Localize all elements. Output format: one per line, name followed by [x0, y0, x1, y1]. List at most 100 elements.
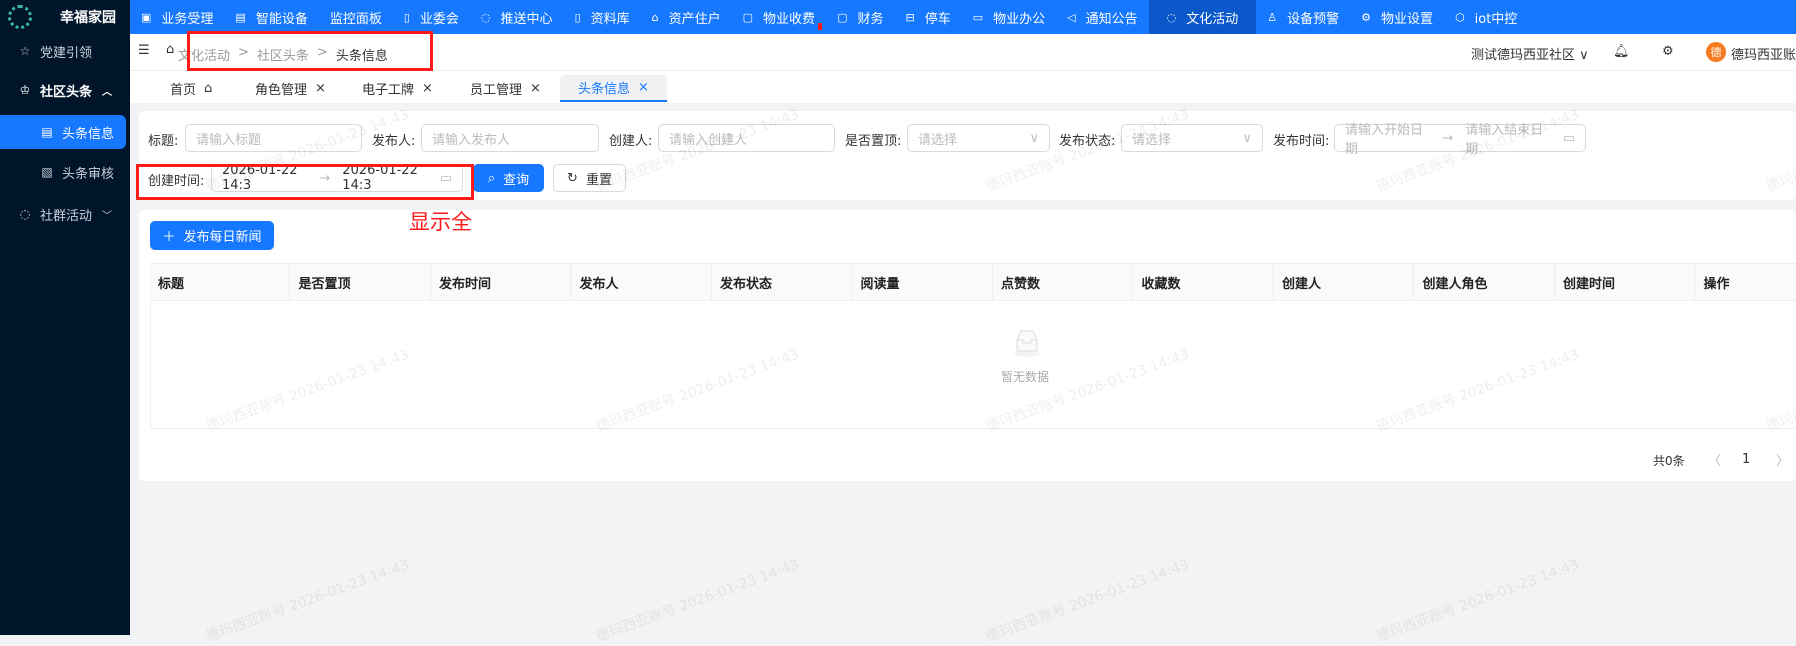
nav-item[interactable]: ⚙物业设置 [1350, 0, 1444, 34]
sidebar: 幸福家园 ☆党建引领 ♔社区头条︿ ▤头条信息 ▧头条审核 ◌社群活动﹀ [0, 0, 130, 635]
monitor-icon: ▭ [973, 11, 983, 24]
tab-label: 电子工牌 [362, 79, 414, 98]
empty-inbox-icon [1012, 328, 1042, 358]
creator-input[interactable]: 请输入创建人 [658, 124, 835, 152]
sidebar-item-party[interactable]: ☆党建引领 [0, 34, 126, 68]
close-icon[interactable]: × [530, 81, 541, 96]
sidebar-item-headlines[interactable]: ♔社区头条︿ [0, 73, 126, 107]
close-icon[interactable]: × [422, 81, 433, 96]
community-select[interactable]: 测试德玛西亚社区 ∨ [1471, 44, 1589, 63]
tab-home[interactable]: 首页⌂ [152, 75, 230, 102]
chevron-down-icon: ∨ [1029, 131, 1039, 146]
nav-item[interactable]: ▯业委会 [393, 0, 470, 34]
nav-item[interactable]: ◌推送中心 [470, 0, 564, 34]
crown-icon: ♔ [18, 83, 32, 97]
add-news-button[interactable]: ＋发布每日新闻 [150, 221, 274, 250]
reset-label: 重置 [586, 169, 612, 188]
nav-label: iot中控 [1475, 8, 1518, 27]
nav-label: 物业收费 [763, 8, 815, 27]
close-icon[interactable]: × [638, 80, 649, 95]
publish-time-range[interactable]: 请输入开始日期→请输入结束日期▭ [1334, 124, 1586, 152]
table-panel: ＋发布每日新闻 标题是否置顶发布时间发布人发布状态阅读量点赞数收藏数创建人创建人… [139, 210, 1796, 481]
nav-item[interactable]: ⊟停车 [894, 0, 961, 34]
column-header: 点赞数 [993, 264, 1133, 301]
nav-label: 资料库 [591, 8, 630, 27]
avatar[interactable]: 德 [1706, 42, 1726, 62]
tab-role[interactable]: 角色管理 × [237, 75, 344, 102]
community-name: 测试德玛西亚社区 [1471, 48, 1575, 63]
logo: 幸福家园 [0, 0, 130, 34]
query-label: 查询 [503, 169, 529, 188]
nav-item-active[interactable]: ◌文化活动 [1149, 0, 1257, 34]
nav-item[interactable]: ⬡iot中控 [1444, 0, 1528, 34]
next-page-icon[interactable]: 〉 [1776, 450, 1789, 469]
nav-item[interactable]: ▭ 物业办公 [962, 0, 1056, 34]
calendar-icon: ▭ [1563, 131, 1575, 146]
placeholder: 请选择 [1132, 129, 1171, 148]
chevron-up-icon: ︿ [102, 83, 112, 98]
arrow-icon: → [1442, 131, 1453, 146]
query-button[interactable]: ⌕查询 [473, 164, 544, 192]
end-date[interactable]: 请输入结束日期 [1465, 119, 1550, 157]
column-header: 标题 [150, 264, 290, 301]
pinned-select[interactable]: 请选择 ∨ [907, 124, 1050, 152]
chevron-down-icon: ﹀ [102, 207, 112, 222]
watermark: 德玛西亚账号 2026-01-23 14:43 [203, 554, 412, 646]
tab-headline-info[interactable]: 头条信息 × [560, 75, 667, 102]
nav-item[interactable]: ♙设备预警 [1256, 0, 1350, 34]
user-name[interactable]: 德玛西亚账 [1731, 44, 1796, 63]
nav-label: 通知公告 [1086, 8, 1138, 27]
nav-item[interactable]: ◁通知公告 [1056, 0, 1148, 34]
placeholder: 请选择 [918, 129, 957, 148]
sidebar-item-headline-info[interactable]: ▤头条信息 [0, 115, 126, 149]
column-header: 操作 [1696, 264, 1796, 301]
home-icon[interactable]: ⌂ [166, 42, 174, 57]
nav-icon: ▯ [404, 11, 410, 24]
column-header: 发布时间 [431, 264, 571, 301]
column-header: 创建人角色 [1415, 264, 1555, 301]
nav-icon: ▢ [837, 11, 847, 24]
tab-staff[interactable]: 员工管理× [452, 75, 559, 102]
tab-label: 角色管理 [255, 79, 307, 98]
nav-item[interactable]: ▢ 财务 [826, 0, 894, 34]
nav-item[interactable]: ▯资料库 [564, 0, 641, 34]
nav-item[interactable]: ⌂资产住户 [641, 0, 732, 34]
title-label: 标题: [148, 130, 178, 149]
nav-item[interactable]: ▤智能设备 [224, 0, 318, 34]
start-date[interactable]: 请输入开始日期 [1345, 119, 1430, 157]
close-icon[interactable]: × [315, 81, 326, 96]
tab-badge[interactable]: 电子工牌 × [344, 75, 451, 102]
publisher-input[interactable]: 请输入发布人 [421, 124, 599, 152]
title-input[interactable]: 请输入标题 [185, 124, 362, 152]
nav-item[interactable]: ▢物业收费 [732, 0, 826, 34]
reload-icon: ↻ [567, 171, 578, 186]
nav-label: 物业办公 [993, 8, 1045, 27]
bell-icon[interactable]: 🔔︎ [1613, 44, 1630, 59]
table-header: 标题是否置顶发布时间发布人发布状态阅读量点赞数收藏数创建人创建人角色创建时间操作 [150, 263, 1796, 301]
status-select[interactable]: 请选择∨ [1121, 124, 1263, 152]
watermark: 德玛西亚账号 2026-01-23 14:43 [1373, 554, 1582, 646]
nav-label: 业务受理 [161, 8, 213, 27]
menu-collapse-icon[interactable]: ☰ [138, 43, 150, 58]
sidebar-item-headline-audit[interactable]: ▧头条审核 [0, 155, 126, 189]
tab-label: 头条信息 [578, 78, 630, 97]
gear-icon: ⚙ [1361, 11, 1371, 24]
column-header: 收藏数 [1134, 264, 1274, 301]
publish-time-label: 发布时间: [1273, 130, 1329, 149]
plus-icon: ＋ [162, 226, 175, 245]
sidebar-item-community[interactable]: ◌社群活动﹀ [0, 197, 126, 231]
logo-icon [8, 5, 32, 29]
nav-item[interactable]: 监控面板 [319, 0, 393, 34]
top-nav: ▣业务受理 ▤智能设备 监控面板 ▯业委会 ◌推送中心 ▯资料库 ⌂资产住户 ▢… [130, 0, 1796, 34]
watermark: 德玛西亚账号 2026-01-23 14:43 [983, 554, 1192, 646]
nav-item[interactable]: ▣业务受理 [130, 0, 224, 34]
prev-page-icon[interactable]: 〈 [1708, 450, 1721, 469]
reset-button[interactable]: ↻ 重置 [553, 164, 626, 192]
page-1[interactable]: 1 [1742, 452, 1750, 467]
watermark: 德玛西亚账号 2026-01-23 14:43 [593, 554, 802, 646]
settings-gear-icon[interactable]: ⚙ [1662, 44, 1674, 59]
star-icon: ☆ [18, 44, 32, 58]
column-header: 创建人 [1274, 264, 1414, 301]
car-icon: ⊟ [905, 11, 914, 24]
nav-label: 财务 [857, 8, 883, 27]
